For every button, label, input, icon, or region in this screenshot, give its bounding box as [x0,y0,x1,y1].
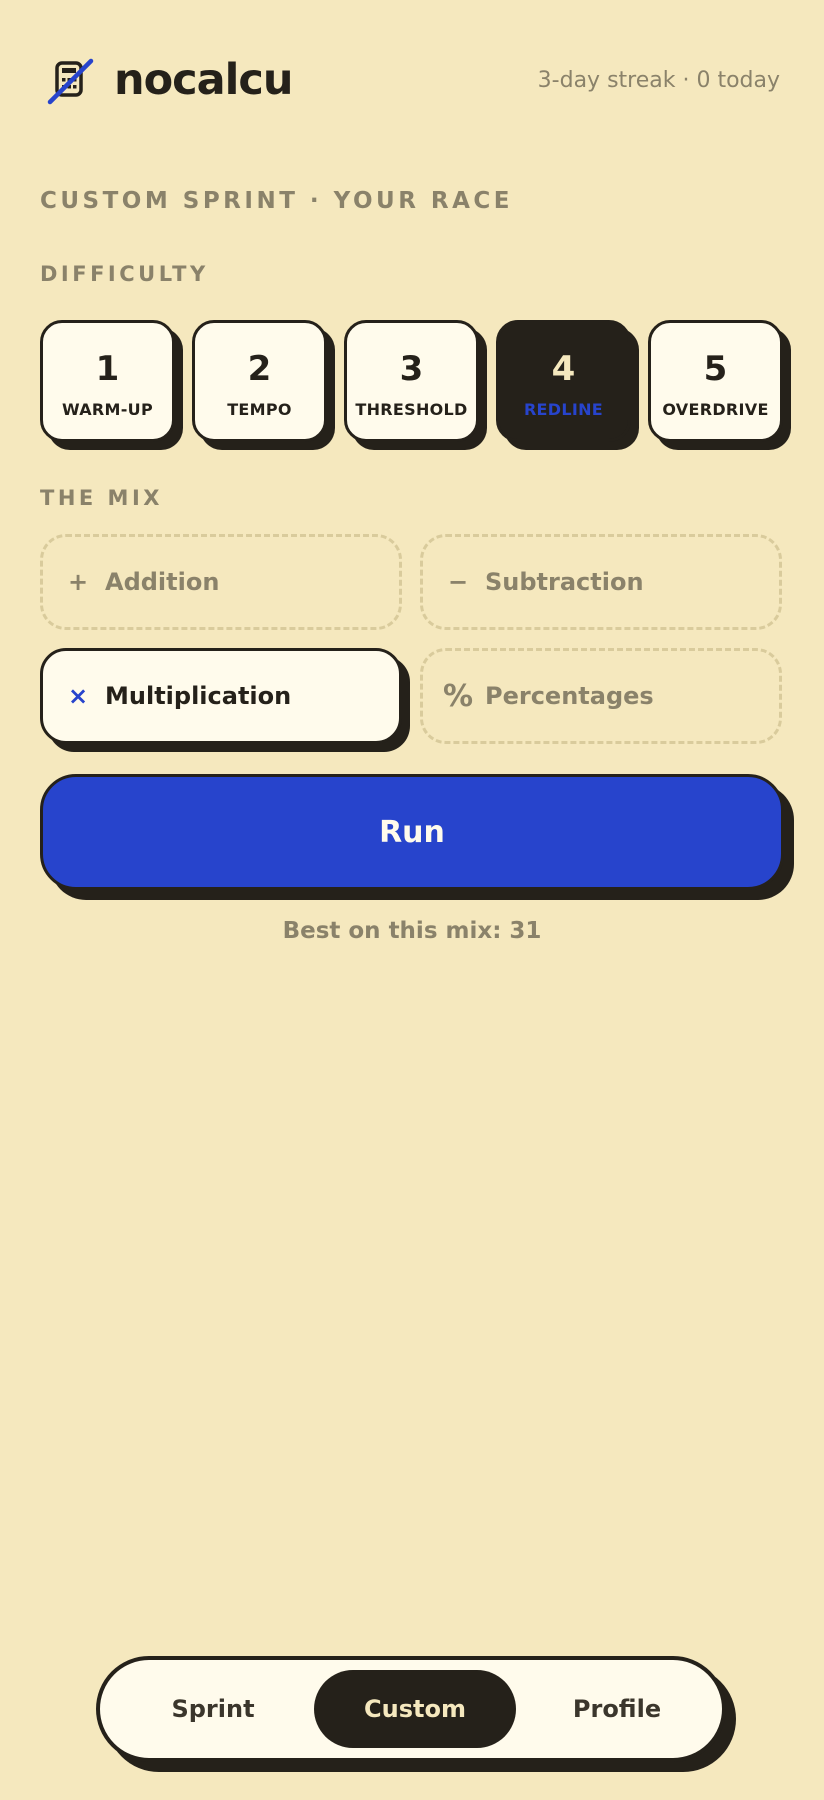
minus-icon: − [447,568,469,596]
nav-tab-custom[interactable]: Custom [314,1670,516,1748]
difficulty-number: 1 [95,349,120,389]
mix-option-label: Multiplication [105,682,292,710]
mix-option-label: Percentages [485,682,654,710]
mix-label: THE MIX [40,486,163,510]
difficulty-option-1[interactable]: 1 WARM-UP [40,320,175,442]
best-score: Best on this mix: 31 [282,918,542,944]
difficulty-number: 4 [551,349,576,389]
mix-option-addition[interactable]: + Addition [40,534,402,630]
brand-name: nocalcu [114,55,294,105]
difficulty-number: 3 [399,349,424,389]
nav-tab-profile[interactable]: Profile [516,1670,718,1748]
mix-option-multiplication[interactable]: × Multiplication [40,648,402,744]
difficulty-option-2[interactable]: 2 TEMPO [192,320,327,442]
mix-option-subtraction[interactable]: − Subtraction [420,534,782,630]
difficulty-option-5[interactable]: 5 OVERDRIVE [648,320,783,442]
page-title: CUSTOM SPRINT · YOUR RACE [40,188,514,214]
run-button[interactable]: Run [40,774,784,890]
difficulty-selector: 1 WARM-UP 2 TEMPO 3 THRESHOLD 4 REDLINE … [40,320,792,450]
bottom-nav: Sprint Custom Profile [96,1656,726,1762]
mix-option-label: Subtraction [485,568,644,596]
multiply-icon: × [67,682,89,710]
difficulty-name: THRESHOLD [355,400,468,419]
difficulty-number: 2 [247,349,272,389]
difficulty-label: DIFFICULTY [40,262,209,286]
streak-status: 3-day streak · 0 today [537,68,780,93]
percent-icon: % [443,678,474,714]
difficulty-name: REDLINE [523,400,604,419]
difficulty-option-4[interactable]: 4 REDLINE [496,320,631,442]
difficulty-option-3[interactable]: 3 THRESHOLD [344,320,479,442]
difficulty-number: 5 [703,349,728,389]
plus-icon: + [67,568,89,596]
calculator-off-icon [47,58,94,105]
difficulty-name: OVERDRIVE [662,400,769,419]
mix-option-percentages[interactable]: % Percentages [420,648,782,744]
mix-option-label: Addition [105,568,220,596]
difficulty-name: WARM-UP [61,400,153,419]
header: nocalcu 3-day streak · 0 today [0,0,824,160]
page: nocalcu 3-day streak · 0 today CUSTOM SP… [0,0,824,1800]
difficulty-name: TEMPO [227,400,292,419]
nav-tab-sprint[interactable]: Sprint [112,1670,314,1748]
